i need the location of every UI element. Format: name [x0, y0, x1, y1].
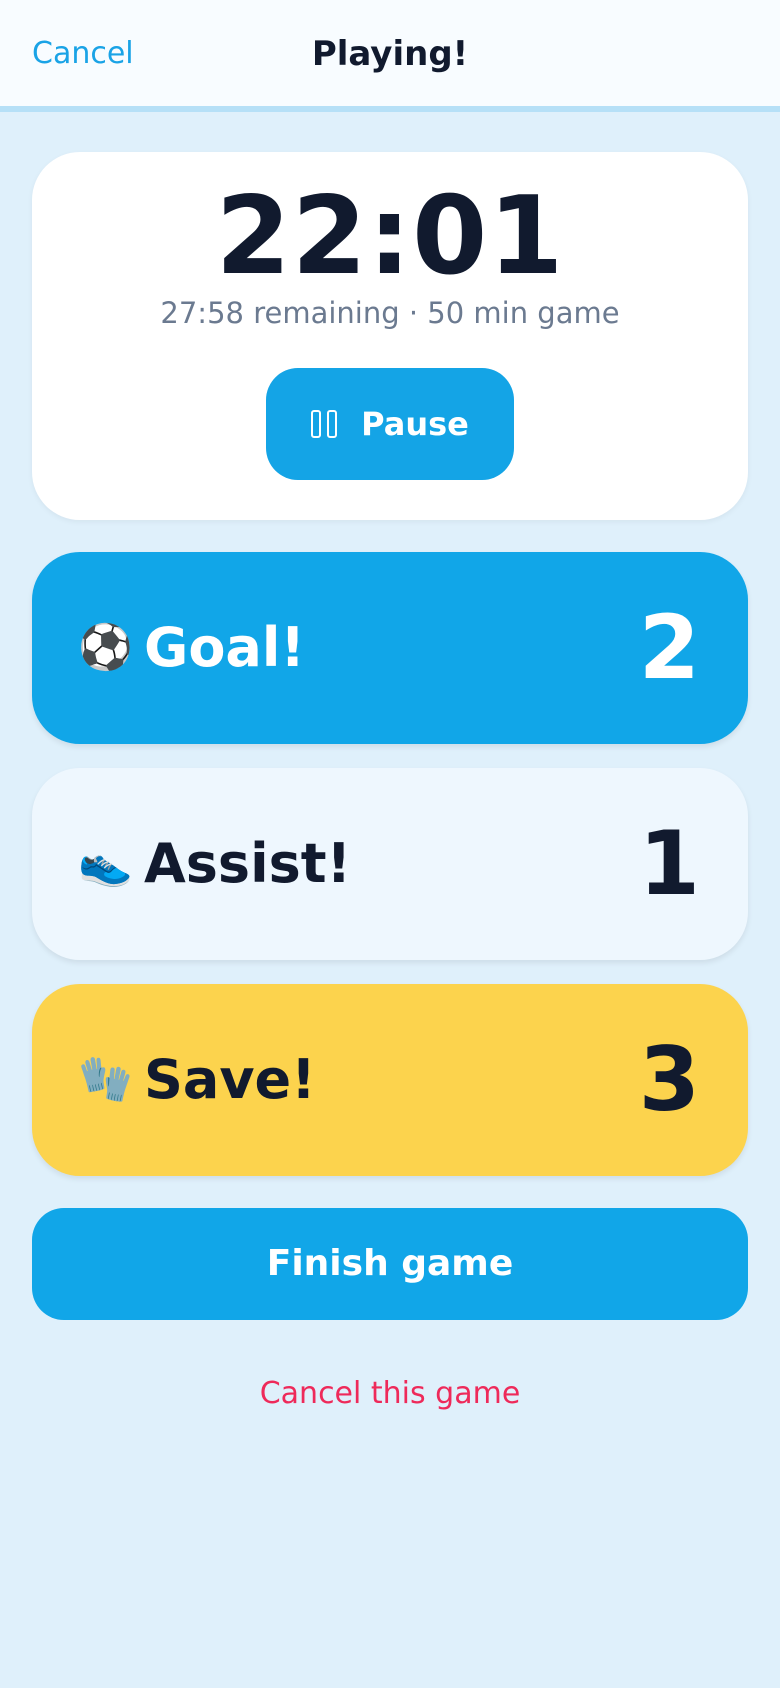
sneaker-icon: 👟 [78, 838, 133, 889]
timer-card: 22:01 27:58 remaining · 50 min game Paus… [32, 152, 748, 520]
goal-count: 2 [638, 596, 700, 699]
finish-game-button[interactable]: Finish game [32, 1208, 748, 1320]
remaining-time-text: 27:58 remaining · 50 min game [160, 296, 620, 330]
save-label: Save! [144, 1048, 316, 1111]
pause-label: Pause [361, 405, 469, 443]
goalkeeper-glove-icon: 🧤 [78, 1054, 133, 1105]
pause-icon [311, 410, 338, 438]
assist-button[interactable]: 👟 Assist! 1 [32, 768, 748, 960]
assist-label: Assist! [144, 832, 352, 895]
pause-button[interactable]: Pause [266, 368, 514, 480]
save-button[interactable]: 🧤 Save! 3 [32, 984, 748, 1176]
save-count: 3 [638, 1028, 700, 1131]
elapsed-time: 22:01 [215, 174, 565, 299]
page-title: Playing! [311, 34, 469, 74]
cancel-game-link[interactable]: Cancel this game [0, 1376, 780, 1411]
top-bar: Cancel Playing! [0, 0, 780, 112]
soccer-ball-icon: ⚽ [78, 622, 133, 673]
assist-count: 1 [638, 812, 700, 915]
goal-button[interactable]: ⚽ Goal! 2 [32, 552, 748, 744]
goal-label: Goal! [144, 616, 305, 679]
